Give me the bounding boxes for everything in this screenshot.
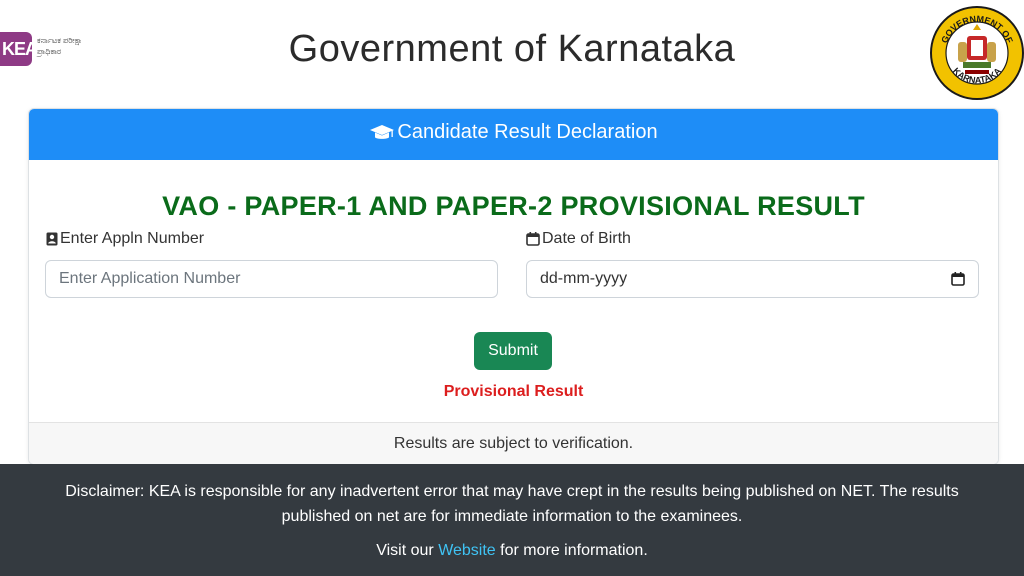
date-of-birth-input[interactable]: dd-mm-yyyy <box>526 260 979 298</box>
result-title: VAO - PAPER-1 AND PAPER-2 PROVISIONAL RE… <box>162 191 865 221</box>
graduation-cap-icon <box>370 124 395 139</box>
submit-button[interactable]: Submit <box>474 332 552 370</box>
dob-placeholder: dd-mm-yyyy <box>540 270 628 287</box>
visit-prefix: Visit our <box>376 542 434 559</box>
calendar-icon <box>526 232 540 246</box>
karnataka-emblem: GOVERNMENT OF KARNATAKA <box>930 6 1024 100</box>
visit-suffix: for more information. <box>500 542 648 559</box>
appl-number-label-text: Enter Appln Number <box>60 230 205 247</box>
dob-label-text: Date of Birth <box>542 230 631 247</box>
provisional-result-label: Provisional Result <box>443 383 584 400</box>
id-card-icon <box>46 232 58 246</box>
page-header: KEA ಕರ್ನಾಟಕ ಪರೀಕ್ಷಾ ಪ್ರಾಧಿಕಾರ Government… <box>0 0 1024 105</box>
calendar-picker-icon[interactable] <box>951 272 965 286</box>
card-header-title: Candidate Result Declaration <box>397 121 658 143</box>
application-number-input[interactable] <box>45 260 498 298</box>
disclaimer-text: Disclaimer: KEA is responsible for any i… <box>65 483 959 525</box>
dob-label: Date of Birth <box>526 230 631 248</box>
disclaimer-footer: Disclaimer: KEA is responsible for any i… <box>0 464 1024 576</box>
website-link[interactable]: Website <box>438 542 496 559</box>
card-footer-note: Results are subject to verification. <box>29 422 998 464</box>
card-header: Candidate Result Declaration <box>29 109 998 160</box>
visit-website-line: Visit our Website for more information. <box>0 542 1024 560</box>
appl-number-label: Enter Appln Number <box>46 230 204 248</box>
page-title: Government of Karnataka <box>288 28 736 70</box>
result-card: Candidate Result Declaration VAO - PAPER… <box>28 108 999 465</box>
